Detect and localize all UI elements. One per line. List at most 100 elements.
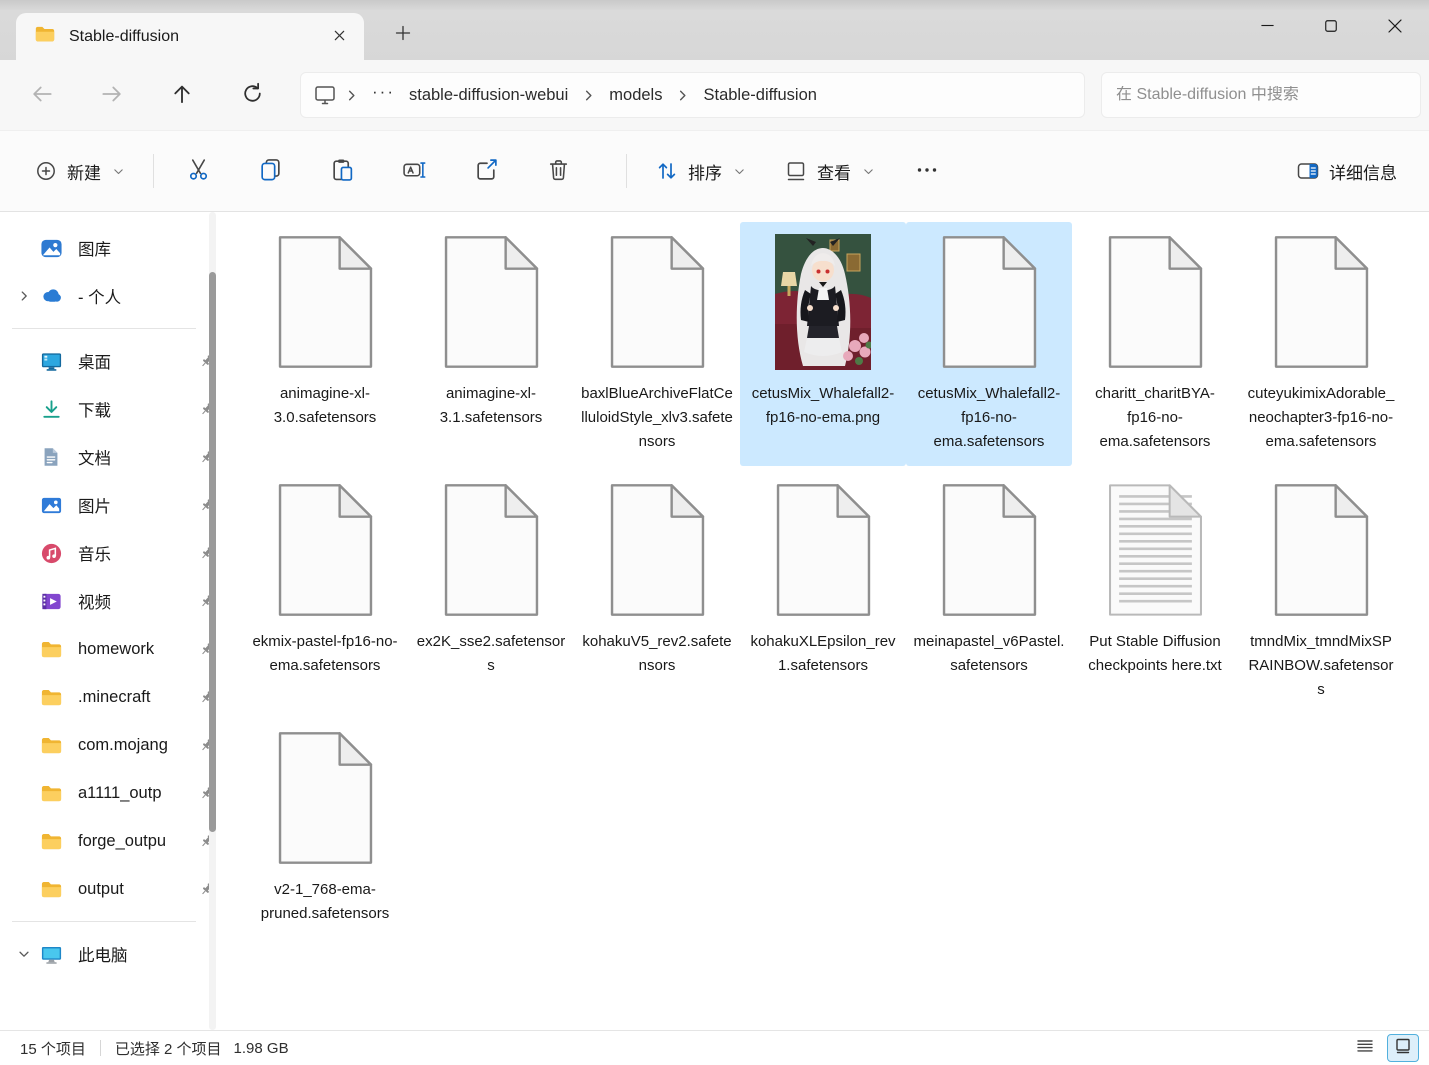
main-area: 图库 - 个人桌面下载文档图片音乐视频homework.minecraft com.… <box>0 212 1429 1030</box>
file-item-kohakuV5_rev2.safetensors[interactable]: kohakuV5_rev2.safetensors <box>574 470 740 714</box>
documents-icon <box>38 445 64 469</box>
search-input[interactable] <box>1116 86 1406 104</box>
sidebar-item-com.mojang[interactable]: com.mojang <box>2 721 228 769</box>
file-item-cetusMix_Whalefall2-fp16-no-ema.safetensors[interactable]: cetusMix_Whalefall2-fp16-no-ema.safetens… <box>906 222 1072 466</box>
file-name: ex2K_sse2.safetensors <box>415 630 567 678</box>
onedrive-icon <box>38 284 64 308</box>
sidebar-item-item[interactable]: 视频 <box>2 577 228 625</box>
file-name: Put Stable Diffusion checkpoints here.tx… <box>1079 630 1231 678</box>
maximize-button[interactable] <box>1299 0 1363 54</box>
arrow-left-icon <box>29 81 55 110</box>
file-name: ekmix-pastel-fp16-no-ema.safetensors <box>249 630 401 678</box>
file-item-animagine-xl-3.1.safetensors[interactable]: animagine-xl-3.1.safetensors <box>408 222 574 466</box>
sidebar-item-.minecraft[interactable]: .minecraft <box>2 673 228 721</box>
file-item-tmndMix_tmndMixSPRAINBOW.safetensors[interactable]: tmndMix_tmndMixSPRAINBOW.safetensors <box>1238 470 1404 714</box>
sidebar-item-item[interactable]: 图库 <box>2 224 228 272</box>
file-item-Put-Stable-Diffusion-checkpoints-here.txt[interactable]: Put Stable Diffusion checkpoints here.tx… <box>1072 470 1238 714</box>
chevron-right-icon[interactable] <box>10 289 38 303</box>
file-name: animagine-xl-3.0.safetensors <box>249 382 401 430</box>
sidebar-item-item[interactable]: 此电脑 <box>2 930 228 978</box>
tab-close-button[interactable] <box>324 22 354 52</box>
blank-file-icon <box>941 230 1038 374</box>
sidebar-item-item[interactable]: 文档 <box>2 433 228 481</box>
blank-file-icon <box>941 478 1038 622</box>
breadcrumb-overflow-button[interactable]: ··· <box>372 82 395 102</box>
sidebar-scrollbar[interactable] <box>209 272 216 832</box>
file-item-meinapastel_v6Pastel.safetensors[interactable]: meinapastel_v6Pastel.safetensors <box>906 470 1072 714</box>
copy-button[interactable] <box>246 148 294 194</box>
sidebar-item-item[interactable]: 音乐 <box>2 529 228 577</box>
items-count: 15 个项目 <box>20 1038 86 1059</box>
sidebar-item-label: 音乐 <box>78 541 196 565</box>
breadcrumb-segment[interactable]: Stable-diffusion <box>697 84 822 107</box>
explorer-tab[interactable]: Stable-diffusion <box>16 13 364 60</box>
sidebar-item-homework[interactable]: homework <box>2 625 228 673</box>
up-button[interactable] <box>160 73 204 117</box>
sidebar-item-label: - 个人 <box>78 284 216 308</box>
file-item-ex2K_sse2.safetensors[interactable]: ex2K_sse2.safetensors <box>408 470 574 714</box>
details-button[interactable]: 详细信息 <box>1288 148 1405 194</box>
thumbnail-view-button[interactable] <box>1387 1034 1419 1062</box>
file-item-ekmix-pastel-fp16-no-ema.safetensors[interactable]: ekmix-pastel-fp16-no-ema.safetensors <box>242 470 408 714</box>
pictures-icon <box>38 493 64 517</box>
sidebar-separator <box>12 328 196 329</box>
rename-button[interactable] <box>390 148 438 194</box>
blank-file-icon <box>1107 230 1204 374</box>
sidebar-item-a1111_outp[interactable]: a1111_outp <box>2 769 228 817</box>
new-button[interactable]: 新建 <box>26 148 133 194</box>
file-name: cetusMix_Whalefall2-fp16-no-ema.png <box>747 382 899 430</box>
share-button[interactable] <box>462 148 510 194</box>
sidebar-item-item[interactable]: 桌面 <box>2 337 228 385</box>
file-item-kohakuXLEpsilon_rev1.safetensors[interactable]: kohakuXLEpsilon_rev1.safetensors <box>740 470 906 714</box>
view-icon <box>784 159 808 183</box>
window-controls <box>1235 0 1427 54</box>
file-item-cuteyukimixAdorable_neochapter3-fp16-no-ema.safetensors[interactable]: cuteyukimixAdorable_neochapter3-fp16-no-… <box>1238 222 1404 466</box>
file-item-v2-1_768-ema-pruned.safetensors[interactable]: v2-1_768-ema-pruned.safetensors <box>242 718 408 938</box>
more-options-button[interactable] <box>903 148 951 194</box>
navigation-bar: ··· stable-diffusion-webui models Stable… <box>0 60 1429 130</box>
new-tab-button[interactable] <box>386 17 420 51</box>
sort-button[interactable]: 排序 <box>647 148 754 194</box>
toolbar: 新建 排序 查看 详细信息 <box>0 130 1429 212</box>
folder-icon <box>38 877 64 901</box>
sidebar-item-label: com.mojang <box>78 736 196 755</box>
view-button-label: 查看 <box>817 159 851 184</box>
back-button[interactable] <box>20 73 64 117</box>
folder-icon <box>38 733 64 757</box>
refresh-button[interactable] <box>230 73 274 117</box>
view-button[interactable]: 查看 <box>776 148 883 194</box>
file-item-cetusMix_Whalefall2-fp16-no-ema.png[interactable]: cetusMix_Whalefall2-fp16-no-ema.png <box>740 222 906 466</box>
sidebar-item-label: 图片 <box>78 493 196 517</box>
sort-icon <box>655 159 679 183</box>
file-name: cuteyukimixAdorable_neochapter3-fp16-no-… <box>1245 382 1397 454</box>
sidebar-item-label: output <box>78 880 196 899</box>
file-item-animagine-xl-3.0.safetensors[interactable]: animagine-xl-3.0.safetensors <box>242 222 408 466</box>
chevron-down-icon[interactable] <box>10 947 38 961</box>
sidebar-item-forge_outpu[interactable]: forge_outpu <box>2 817 228 865</box>
computer-icon[interactable] <box>313 83 337 107</box>
breadcrumb-segment[interactable]: models <box>603 84 668 107</box>
blank-file-icon <box>277 230 374 374</box>
sidebar-item-item[interactable]: - 个人 <box>2 272 228 320</box>
file-name: animagine-xl-3.1.safetensors <box>415 382 567 430</box>
blank-file-icon <box>609 478 706 622</box>
breadcrumb-segment[interactable]: stable-diffusion-webui <box>403 84 574 107</box>
forward-button[interactable] <box>90 73 134 117</box>
scissors-icon <box>186 157 211 185</box>
sidebar-item-item[interactable]: 图片 <box>2 481 228 529</box>
paste-button[interactable] <box>318 148 366 194</box>
file-explorer-window: Stable-diffusion ··· stable-diffusion-we… <box>0 0 1429 1065</box>
close-button[interactable] <box>1363 0 1427 54</box>
file-item-baxlBlueArchiveFlatCelluloidStyle_xlv3.safetensors[interactable]: baxlBlueArchiveFlatCelluloidStyle_xlv3.s… <box>574 222 740 466</box>
list-view-button[interactable] <box>1349 1034 1381 1062</box>
sidebar-item-output[interactable]: output <box>2 865 228 913</box>
file-item-charitt_charitBYA-fp16-no-ema.safetensors[interactable]: charitt_charitBYA-fp16-no-ema.safetensor… <box>1072 222 1238 466</box>
delete-button[interactable] <box>534 148 582 194</box>
selection-count: 已选择 2 个项目 <box>115 1038 222 1059</box>
desktop-icon <box>38 349 64 373</box>
cut-button[interactable] <box>174 148 222 194</box>
folder-icon <box>34 23 56 50</box>
sidebar-item-item[interactable]: 下载 <box>2 385 228 433</box>
minimize-button[interactable] <box>1235 0 1299 54</box>
file-name: baxlBlueArchiveFlatCelluloidStyle_xlv3.s… <box>581 382 733 454</box>
